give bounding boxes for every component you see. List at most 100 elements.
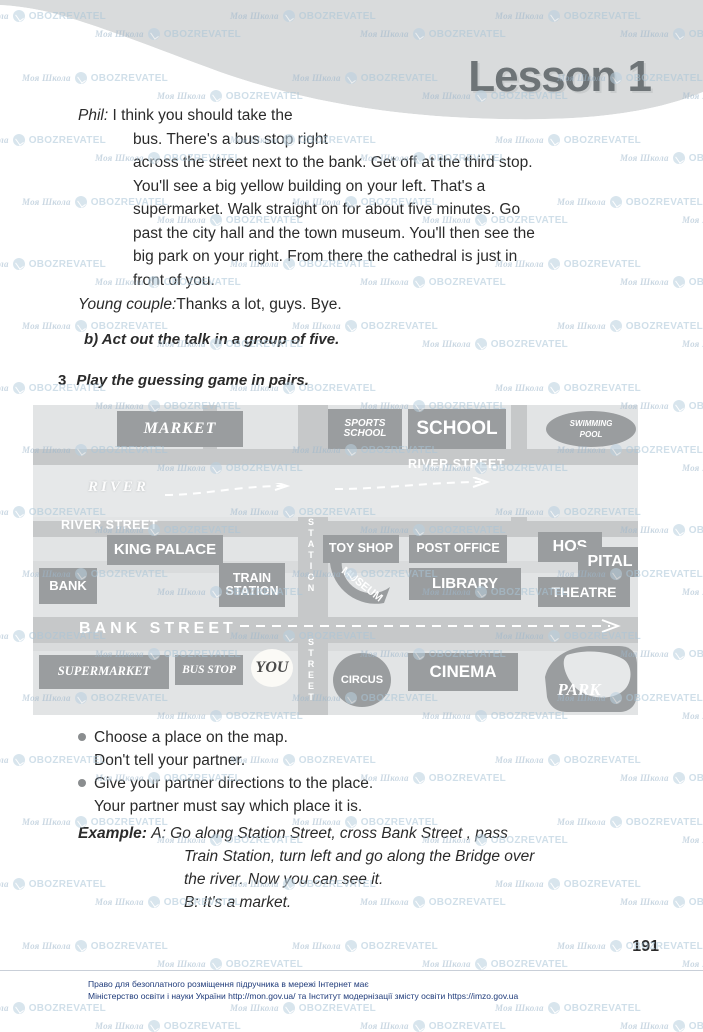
map-place-circus[interactable]: CIRCUS xyxy=(333,653,391,707)
watermark-logo-icon xyxy=(672,400,685,412)
task-3-label: Play the guessing game in pairs. xyxy=(76,372,309,389)
watermark-brand: Моя Школа xyxy=(620,277,669,287)
watermark-site: OBOZREVATEL xyxy=(688,276,703,288)
watermark-brand: Моя Школа xyxy=(0,135,9,145)
map-place-post-office[interactable]: POST OFFICE xyxy=(409,535,507,563)
watermark: Моя ШколаOBOZREVATEL xyxy=(620,772,703,784)
watermark: Моя Школа OBOZREVATEL xyxy=(22,940,168,952)
watermark-logo-icon xyxy=(412,1020,425,1032)
watermark-logo-icon xyxy=(609,940,622,952)
watermark-logo-icon xyxy=(547,382,560,394)
instruction-subtext: Don't tell your partner. xyxy=(94,752,246,769)
watermark: Моя ШколаOBOZREVATEL xyxy=(230,1002,376,1014)
watermark-site: OBOZREVATEL xyxy=(688,524,703,536)
watermark: Моя ШколаOBOZREVATEL xyxy=(682,586,703,598)
task-3-number: 3 xyxy=(58,372,67,389)
watermark-brand: Моя Школа xyxy=(620,773,669,783)
watermark-brand: Моя Школа xyxy=(0,631,9,641)
example-block: Example: A: Go along Station Street, cro… xyxy=(78,822,608,914)
watermark-site: OBOZREVATEL xyxy=(625,196,703,208)
page-number: 191 xyxy=(632,938,659,955)
watermark: Моя ШколаOBOZREVATEL xyxy=(422,338,568,350)
watermark-brand: Моя Школа xyxy=(292,941,341,951)
dialogue-line: You'll see a big yellow building on your… xyxy=(133,177,486,195)
watermark-brand: Моя Школа xyxy=(0,755,9,765)
map-place-cinema[interactable]: CINEMA xyxy=(408,653,518,691)
watermark-site: OBOZREVATEL xyxy=(90,320,169,332)
dialogue-line: Phil: I think you should take the xyxy=(78,104,598,128)
example-line: Train Station, turn left and go along th… xyxy=(184,848,535,865)
watermark-logo-icon xyxy=(282,1002,295,1014)
map-place-market[interactable]: MARKET xyxy=(117,411,243,447)
task-3-heading: 3 Play the guessing game in pairs. xyxy=(58,372,309,389)
watermark: Моя ШколаOBOZREVATEL xyxy=(682,834,703,846)
instruction-subtext: Your partner must say which place it is. xyxy=(94,798,363,815)
dialogue-line: across the street next to the bank. Get … xyxy=(133,154,533,171)
map-place-school[interactable]: SCHOOL xyxy=(408,409,506,449)
map-place-theatre[interactable]: THEATRE xyxy=(538,577,630,607)
map-river-flow-arrow xyxy=(164,483,291,496)
watermark-brand: Моя Школа xyxy=(620,1021,669,1031)
map-place-supermarket[interactable]: SUPERMARKET xyxy=(39,655,169,689)
bullet-icon xyxy=(78,733,86,741)
footer-notice: Право для безоплатного розміщення підруч… xyxy=(88,978,648,1002)
watermark-logo-icon xyxy=(672,152,685,164)
map-place-label: STATION xyxy=(225,584,279,598)
watermark: Моя ШколаOBOZREVATEL xyxy=(682,462,703,474)
map-place-king-palace[interactable]: KING PALACE xyxy=(107,535,223,565)
watermark-logo-icon xyxy=(474,338,487,350)
watermark-brand: Моя Школа xyxy=(0,879,9,889)
watermark-logo-icon xyxy=(474,958,487,970)
watermark-logo-icon xyxy=(672,648,685,660)
watermark-site: OBOZREVATEL xyxy=(90,940,169,952)
watermark-brand: Моя Школа xyxy=(682,215,703,225)
watermark-brand: Моя Школа xyxy=(22,817,71,827)
map-street-label-river-left: RIVER STREET xyxy=(61,518,158,532)
watermark-brand: Моя Школа xyxy=(495,1003,544,1013)
watermark: Моя ШколаOBOZREVATEL xyxy=(557,320,703,332)
map-place-hospital-part2[interactable]: PITAL xyxy=(578,547,638,577)
watermark: Моя ШколаOBOZREVATEL xyxy=(292,940,438,952)
watermark-brand: Моя Школа xyxy=(682,711,703,721)
watermark-site: OBOZREVATEL xyxy=(688,400,703,412)
watermark-site: OBOZREVATEL xyxy=(28,1002,107,1014)
map-place-sports-school[interactable]: SPORTS SCHOOL xyxy=(328,409,402,449)
map-place-swimming-pool[interactable]: SWIMMING POOL xyxy=(546,411,636,447)
watermark: Моя ШколаOBOZREVATEL xyxy=(557,940,703,952)
watermark: Моя ШколаOBOZREVATEL xyxy=(0,1002,106,1014)
watermark-brand: Моя Школа xyxy=(422,959,471,969)
watermark-logo-icon xyxy=(12,258,25,270)
watermark-logo-icon xyxy=(12,382,25,394)
watermark-logo-icon xyxy=(672,276,685,288)
watermark-logo-icon xyxy=(12,630,25,642)
watermark-brand: Моя Школа xyxy=(22,941,71,951)
watermark-site: OBOZREVATEL xyxy=(225,958,304,970)
watermark-logo-icon xyxy=(12,1002,25,1014)
map-place-park[interactable]: PARK xyxy=(527,643,638,715)
watermark-brand: Моя Школа xyxy=(22,321,71,331)
watermark: Моя ШколаOBOZREVATEL xyxy=(95,1020,241,1032)
watermark-brand: Моя Школа xyxy=(557,321,606,331)
watermark-logo-icon xyxy=(209,958,222,970)
footer-line-2: Міністерство освіти і науки України http… xyxy=(88,991,519,1001)
dialogue-line: supermarket. Walk straight on for about … xyxy=(133,201,521,218)
watermark-brand: Моя Школа xyxy=(157,959,206,969)
map-place-library[interactable]: LIBRARY xyxy=(409,568,521,600)
speaker-name-young-couple: Young couple: xyxy=(78,296,177,313)
watermark: Моя ШколаOBOZREVATEL xyxy=(620,896,703,908)
watermark-site: OBOZREVATEL xyxy=(428,1020,507,1032)
map-place-museum[interactable]: MUSEUM xyxy=(326,557,394,609)
map-place-bus-stop[interactable]: BUS STOP xyxy=(175,655,243,685)
watermark-brand: Моя Школа xyxy=(360,1021,409,1031)
watermark-logo-icon xyxy=(672,524,685,536)
watermark-site: OBOZREVATEL xyxy=(490,338,569,350)
watermark-site: OBOZREVATEL xyxy=(298,1002,377,1014)
town-map[interactable]: RIVER MARKET SPORTS SCHOOL SCHOOL SWIMMI… xyxy=(33,405,638,715)
watermark-logo-icon xyxy=(672,772,685,784)
watermark-site: OBOZREVATEL xyxy=(688,152,703,164)
map-place-bank[interactable]: BANK xyxy=(39,568,97,604)
map-place-train-station[interactable]: TRAIN STATION xyxy=(219,563,285,607)
map-marker-you[interactable]: YOU xyxy=(251,649,293,687)
watermark-site: OBOZREVATEL xyxy=(688,1020,703,1032)
instructions-list: Choose a place on the map. Don't tell yo… xyxy=(78,726,608,818)
